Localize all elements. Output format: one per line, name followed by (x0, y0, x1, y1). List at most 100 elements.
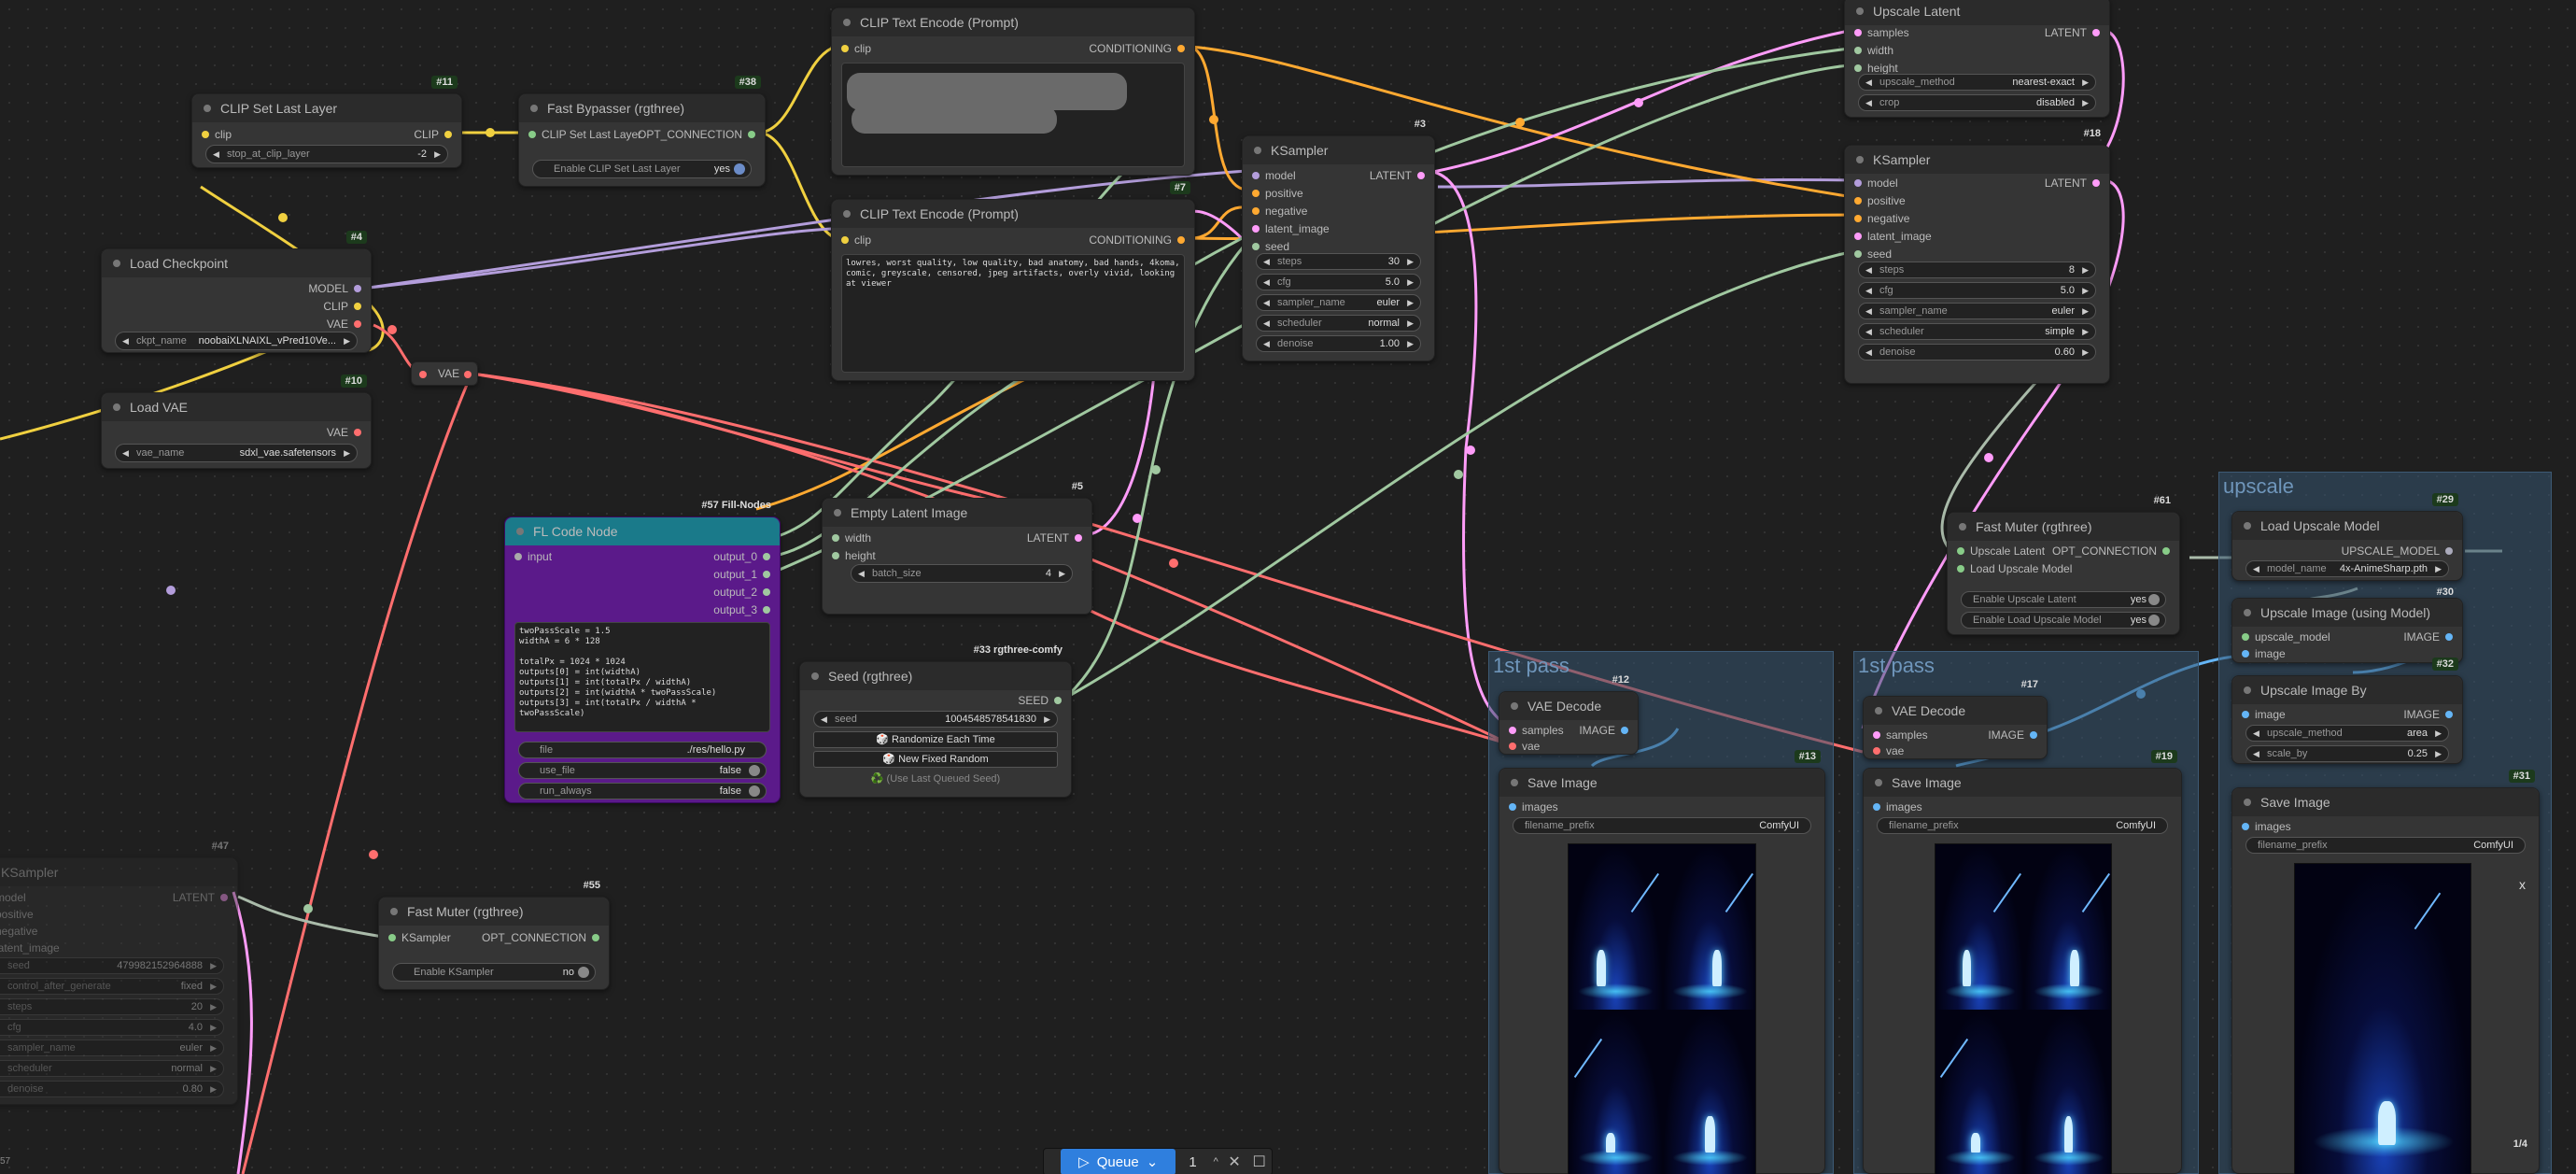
collapse-dot-icon[interactable] (2244, 522, 2251, 530)
node-title[interactable]: Fast Bypasser (rgthree) (519, 94, 765, 122)
widget-file[interactable]: file ./res/hello.py (518, 742, 767, 758)
batch-count-input[interactable]: 1 (1175, 1154, 1209, 1170)
collapse-dot-icon[interactable] (1254, 147, 1261, 154)
input-slot-upscale-latent[interactable]: Upscale Latent (1957, 543, 2045, 559)
input-slot-negative[interactable]: negative (1854, 210, 1909, 227)
preview-thumb[interactable] (1569, 1010, 1663, 1174)
input-slot-samples[interactable]: samples (1509, 722, 1564, 739)
code-editor[interactable]: twoPassScale = 1.5 widthA = 6 * 128 tota… (514, 622, 770, 732)
toggle-enable-upscale-latent[interactable]: Enable Upscale Latent yes (1961, 591, 2166, 608)
widget-sampler-name[interactable]: ◀ sampler_name euler ▶ (1858, 303, 2096, 319)
node-upscale-latent[interactable]: Upscale Latent samples width height LATE… (1844, 0, 2110, 118)
input-slot-upscale-model[interactable]: upscale_model (2242, 629, 2330, 645)
increment-icon[interactable]: ^ (1210, 1156, 1222, 1167)
chevron-down-icon[interactable]: ⌄ (1147, 1153, 1159, 1170)
node-title[interactable]: KSampler (1845, 146, 2109, 174)
input-slot-latent-image[interactable]: latent_image (1252, 220, 1330, 237)
output-slot-vae[interactable]: VAE (327, 424, 361, 441)
preview-thumb[interactable] (1663, 1010, 1755, 1174)
collapse-dot-icon[interactable] (390, 908, 398, 915)
widget-batch-size[interactable]: ◀ batch_size 4 ▶ (851, 564, 1073, 583)
input-slot-latent-image[interactable]: latent_image (1854, 228, 1932, 245)
node-title[interactable]: Upscale Image (using Model) (2232, 599, 2462, 627)
collapse-dot-icon[interactable] (843, 19, 851, 26)
new-fixed-random-button[interactable]: 🎲 New Fixed Random (813, 751, 1058, 768)
preview-thumb[interactable] (1936, 844, 2024, 1010)
output-slot-conditioning[interactable]: CONDITIONING (1089, 232, 1185, 248)
toggle-enable-ksampler[interactable]: Enable KSampler no (392, 963, 596, 982)
collapse-dot-icon[interactable] (204, 105, 211, 112)
input-slot-load-upscale-model[interactable]: Load Upscale Model (1957, 560, 2072, 577)
node-vae-decode-17[interactable]: #17 VAE Decode samples vae IMAGE (1863, 679, 2048, 759)
widget-sampler-name[interactable]: ◀ sampler_name euler ▶ (1256, 294, 1421, 311)
arrow-right-icon[interactable]: ▶ (434, 146, 441, 163)
widget-filename-prefix[interactable]: filename_prefix ComfyUI (1513, 817, 1811, 834)
output-slot-image[interactable]: IMAGE (2403, 706, 2453, 723)
widget-denoise[interactable]: denoise 0.80 ▶ (0, 1081, 224, 1097)
node-fl-code[interactable]: #57 Fill-Nodes FL Code Node input output… (504, 500, 781, 803)
node-title[interactable]: Load Checkpoint (102, 249, 371, 277)
widget-upscale-method[interactable]: ◀ upscale_method nearest-exact ▶ (1858, 74, 2096, 91)
collapse-dot-icon[interactable] (1511, 779, 1518, 786)
widget-scheduler[interactable]: ◀ scheduler normal ▶ (1256, 315, 1421, 332)
input-slot-input[interactable]: input (514, 548, 552, 565)
collapse-dot-icon[interactable] (1856, 7, 1864, 15)
node-ksampler-18[interactable]: #18 KSampler model positive negative lat… (1844, 128, 2110, 384)
input-slot-samples[interactable]: samples (1873, 727, 1928, 743)
collapse-dot-icon[interactable] (1875, 707, 1882, 714)
node-empty-latent-image[interactable]: #5 Empty Latent Image width height LATEN… (822, 481, 1092, 615)
image-preview-grid[interactable] (1568, 843, 1756, 1174)
output-slot-clip[interactable]: CLIP (414, 126, 452, 143)
widget-vae-name[interactable]: ◀ vae_name sdxl_vae.safetensors ▶ (115, 444, 358, 462)
node-clip-set-last-layer[interactable]: #11 CLIP Set Last Layer clip CLIP ◀ stop_… (191, 76, 462, 168)
widget-cfg[interactable]: cfg 4.0 ▶ (0, 1019, 224, 1036)
node-title[interactable]: Save Image (2232, 788, 2539, 816)
input-slot-images[interactable]: images (1509, 799, 1558, 815)
node-title[interactable]: CLIP Text Encode (Prompt) (832, 200, 1194, 228)
arrow-right-icon[interactable]: ▶ (344, 445, 350, 461)
input-slot-positive[interactable]: positive (1854, 192, 1906, 209)
output-slot-upscale-model[interactable]: UPSCALE_MODEL (2342, 543, 2453, 559)
input-slot-positive[interactable]: positive (0, 906, 34, 923)
input-slot-clip[interactable]: clip (202, 126, 232, 143)
collapse-dot-icon[interactable] (113, 260, 120, 267)
output-slot-seed[interactable]: SEED (1018, 692, 1062, 709)
arrow-left-icon[interactable]: ◀ (122, 332, 129, 349)
input-slot-model[interactable]: model (0, 889, 26, 906)
reroute-pin[interactable] (419, 371, 427, 378)
widget-seed[interactable]: ◀ seed 1004548578541830 ▶ (813, 711, 1058, 728)
node-fast-bypasser[interactable]: #38 Fast Bypasser (rgthree) CLIP Set Las… (518, 76, 766, 187)
output-slot-3[interactable]: output_3 (713, 601, 770, 618)
input-slot-negative[interactable]: negative (0, 923, 37, 940)
node-save-image-19[interactable]: #19 Save Image images filename_prefix Com… (1863, 750, 2182, 1174)
output-slot-conditioning[interactable]: CONDITIONING (1089, 40, 1185, 57)
output-slot-latent[interactable]: LATENT (2045, 24, 2100, 41)
preview-thumb[interactable] (2024, 844, 2111, 1010)
arrow-left-icon[interactable]: ◀ (213, 146, 219, 163)
input-slot-image[interactable]: image (2242, 706, 2286, 723)
input-slot-model[interactable]: model (1252, 167, 1296, 184)
output-slot-1[interactable]: output_1 (713, 566, 770, 583)
collapse-dot-icon[interactable] (1856, 156, 1864, 163)
node-save-image-31[interactable]: #31 Save Image images filename_prefix Com… (2231, 770, 2540, 1174)
use-last-queued-seed-button[interactable]: ♻️ (Use Last Queued Seed) (813, 771, 1058, 787)
widget-denoise[interactable]: ◀ denoise 0.60 ▶ (1858, 344, 2096, 361)
cancel-icon[interactable]: ✕ (1222, 1153, 1247, 1171)
negative-prompt-textarea[interactable]: lowres, worst quality, low quality, bad … (841, 254, 1185, 373)
preview-thumb[interactable] (1569, 844, 1663, 1010)
collapse-dot-icon[interactable] (2244, 686, 2251, 694)
collapse-dot-icon[interactable] (113, 403, 120, 411)
node-title[interactable]: Fast Muter (rgthree) (379, 898, 609, 926)
collapse-dot-icon[interactable] (1511, 702, 1518, 710)
widget-ckpt-name[interactable]: ◀ ckpt_name noobaiXLNAIXL_vPred10Ve... ▶ (115, 332, 358, 350)
arrow-right-icon[interactable]: ▶ (344, 332, 350, 349)
node-title[interactable]: CLIP Text Encode (Prompt) (832, 8, 1194, 36)
node-ksampler-47[interactable]: #47 KSampler model positive negative lat… (0, 841, 238, 1105)
widget-use-file[interactable]: use_file false (518, 762, 767, 779)
collapse-dot-icon[interactable] (811, 672, 819, 680)
prompt-textarea-redacted[interactable] (841, 63, 1185, 167)
widget-scheduler[interactable]: scheduler normal ▶ (0, 1060, 224, 1077)
randomize-each-time-button[interactable]: 🎲 Randomize Each Time (813, 731, 1058, 748)
widget-steps[interactable]: steps 20 ▶ (0, 998, 224, 1015)
collapse-dot-icon[interactable] (834, 509, 841, 516)
